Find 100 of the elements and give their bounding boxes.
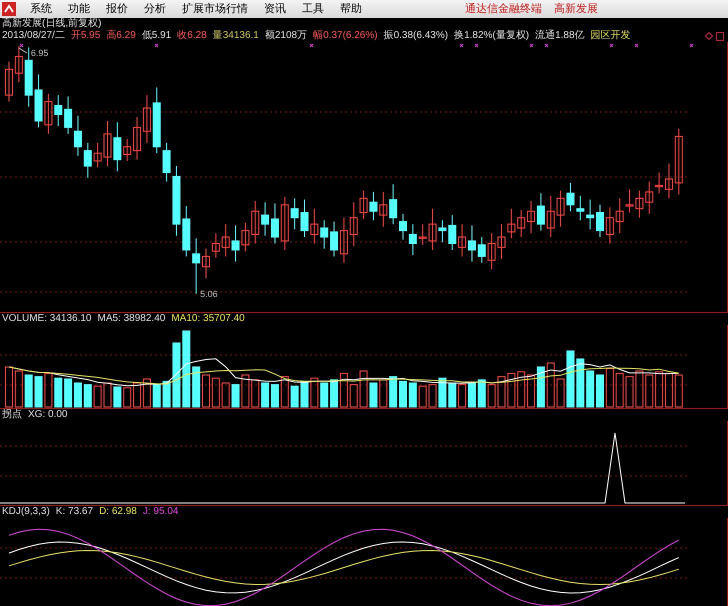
candlestick xyxy=(576,195,584,221)
volume-bar xyxy=(418,386,427,408)
indicator-value: VOLUME: 34136.10 xyxy=(2,314,92,324)
menu-item[interactable]: 报价 xyxy=(98,0,136,18)
volume-bar xyxy=(290,386,299,408)
indicator-value: J: 95.04 xyxy=(142,507,178,517)
volume-bar xyxy=(54,378,62,408)
volume-bar xyxy=(123,387,132,408)
volume-bar xyxy=(478,379,486,408)
volume-bar xyxy=(74,382,82,408)
indicator-value: 幅0.37(6.26%) xyxy=(313,31,378,41)
candlestick xyxy=(44,93,52,134)
event-marker-icon xyxy=(544,44,548,48)
volume-bar xyxy=(576,358,584,408)
candlestick xyxy=(350,202,358,247)
event-marker-icon xyxy=(474,44,478,48)
candlestick xyxy=(399,213,407,240)
candlestick xyxy=(330,221,338,257)
volume-bar xyxy=(104,382,112,408)
indicator-value: 流通1.88亿 xyxy=(535,31,585,41)
volume-bar xyxy=(546,362,555,408)
candlestick xyxy=(24,46,33,108)
candlestick xyxy=(212,232,220,258)
menu-item[interactable]: 功能 xyxy=(60,0,98,18)
volume-bar xyxy=(586,370,594,408)
candlestick xyxy=(54,94,62,127)
volume-bar xyxy=(527,374,536,408)
app-logo-icon xyxy=(2,2,16,16)
volume-bar xyxy=(606,368,614,408)
candlestick xyxy=(478,236,486,264)
candlestick xyxy=(34,74,43,128)
candlestick xyxy=(596,204,604,238)
candlestick xyxy=(280,196,289,250)
diamond-icon[interactable] xyxy=(705,32,713,40)
volume-bar xyxy=(468,382,476,408)
volume-bar xyxy=(64,378,72,408)
indicator-value: 开5.95 xyxy=(70,31,100,41)
volume-bar xyxy=(438,378,446,408)
candlestick xyxy=(586,199,594,230)
volume-bar xyxy=(152,384,161,408)
indicator-value: K: 73.67 xyxy=(56,507,94,517)
candlestick xyxy=(546,195,555,238)
square-icon[interactable] xyxy=(716,32,724,40)
candlestick xyxy=(674,128,683,195)
indicator-value: D: 62.98 xyxy=(99,507,137,517)
candlestick xyxy=(133,116,142,160)
volume-bar xyxy=(261,382,270,408)
candlestick xyxy=(340,217,348,264)
candlestick xyxy=(369,191,378,221)
volume-bar xyxy=(14,370,23,408)
candlestick xyxy=(152,86,161,154)
volume-bar xyxy=(635,370,644,408)
candlestick xyxy=(251,200,260,244)
candlestick xyxy=(300,199,308,238)
menu-item[interactable]: 工具 xyxy=(294,0,332,18)
candlestick xyxy=(104,120,112,167)
indicator-value: 换1.82%(量复权) xyxy=(454,31,530,41)
volume-bar xyxy=(5,366,13,408)
candlestick xyxy=(64,96,72,134)
chart-title: 高新发展(日线,前复权) xyxy=(2,19,102,29)
event-marker-icon xyxy=(20,44,24,48)
volume-bar xyxy=(142,378,151,408)
candlestick xyxy=(241,222,250,252)
menu-item[interactable]: 扩展市场行情 xyxy=(174,0,256,18)
indicator-value: 低5.91 xyxy=(142,31,172,41)
menu-item[interactable]: 帮助 xyxy=(332,0,370,18)
volume-bar xyxy=(389,376,398,408)
candlestick xyxy=(84,142,92,178)
candlestick xyxy=(556,190,565,228)
event-marker-icon xyxy=(530,44,534,48)
indicator-value: KDJ(9,3,3) xyxy=(2,507,50,517)
volume-bar xyxy=(399,380,407,408)
volume-bar xyxy=(192,366,200,408)
volume-bar xyxy=(84,384,92,408)
volume-bar xyxy=(517,371,526,408)
candlestick xyxy=(320,220,328,250)
app-title: 高新发展 xyxy=(554,2,598,17)
indicator-value: XG: 0.00 xyxy=(28,410,68,420)
menu-item[interactable]: 资讯 xyxy=(256,0,294,18)
indicator-value: MA5: 38982.40 xyxy=(98,314,166,324)
menu-item[interactable]: 分析 xyxy=(136,0,174,18)
candlestick xyxy=(360,190,368,220)
indicator-value: 收6.28 xyxy=(177,31,207,41)
candlestick xyxy=(527,200,536,234)
volume-bar xyxy=(280,376,289,408)
menu-item[interactable]: 系统 xyxy=(22,0,60,18)
volume-bar xyxy=(133,382,142,408)
candlestick xyxy=(566,182,574,212)
volume-bar xyxy=(94,386,102,408)
event-marker-icon xyxy=(310,44,314,48)
volume-bar xyxy=(202,374,210,408)
candlestick xyxy=(5,61,13,102)
event-marker-icon xyxy=(690,44,694,48)
app-title: 通达信金融终端 xyxy=(465,2,542,17)
indicator-value: 量34136.1 xyxy=(212,31,259,41)
event-marker-icon xyxy=(154,44,158,48)
volume-bar xyxy=(241,374,250,408)
low-price-label: 5.06 xyxy=(200,288,218,299)
candlestick xyxy=(517,209,526,238)
candlestick xyxy=(14,46,23,83)
